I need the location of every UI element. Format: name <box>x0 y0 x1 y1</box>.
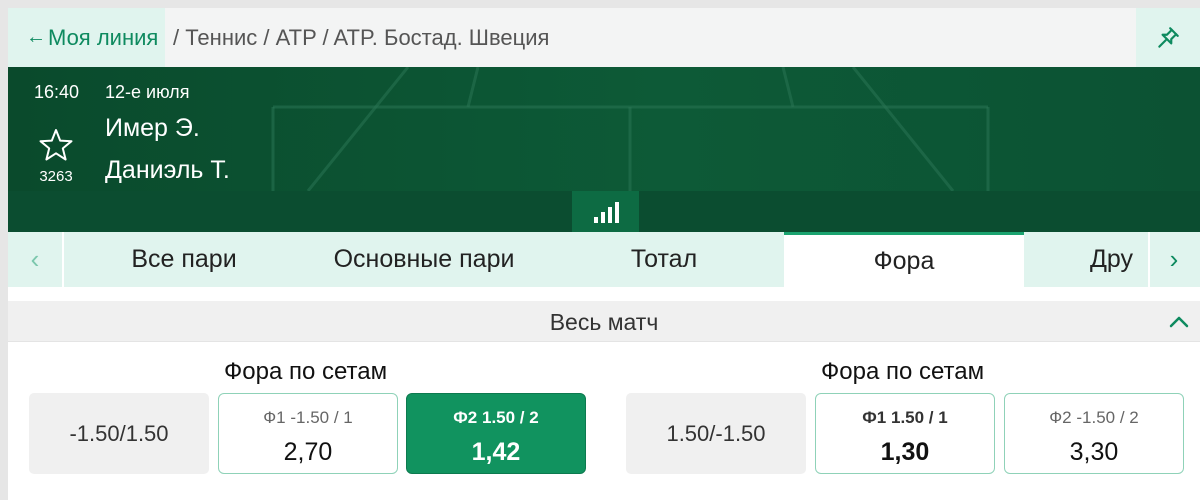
tab-label: Все пари <box>131 245 237 273</box>
odd-value: 2,70 <box>283 438 333 466</box>
pin-button[interactable] <box>1136 8 1200 67</box>
odd-label: Ф2 1.50 / 2 <box>453 408 539 427</box>
tabs-prev-button[interactable]: ‹ <box>8 232 64 287</box>
breadcrumb: / Теннис / ATP / ATP. Бостад. Швеция <box>173 24 550 50</box>
handicap-line: -1.50/1.50 <box>29 393 209 474</box>
tab-main-bets[interactable]: Основные пари <box>304 232 544 287</box>
market-tabs: ‹ Все пари Основные пари Тотал Фора Дру … <box>8 232 1200 287</box>
chevron-left-icon: ‹ <box>30 244 40 274</box>
pin-icon <box>1158 26 1179 48</box>
stats-strip <box>8 191 1200 232</box>
tab-total[interactable]: Тотал <box>544 232 784 287</box>
odd-button-f1[interactable]: Ф1 -1.50 / 1 2,70 <box>218 393 398 474</box>
tab-label: Основные пари <box>333 245 515 273</box>
market-title: Фора по сетам <box>224 358 388 385</box>
market-title: Фора по сетам <box>821 358 985 385</box>
event-time: 16:40 <box>34 82 80 102</box>
odd-button-f2[interactable]: Ф2 -1.50 / 2 3,30 <box>1004 393 1184 474</box>
team-1-name: Имер Э. <box>105 114 200 142</box>
odd-label: Ф1 -1.50 / 1 <box>263 408 353 427</box>
back-button[interactable]: ← Моя линия <box>8 8 165 67</box>
arrow-left-icon: ← <box>26 26 46 48</box>
odd-value: 1,42 <box>471 438 521 466</box>
tab-label: Дру <box>1090 245 1134 273</box>
odd-label: Ф2 -1.50 / 2 <box>1049 408 1139 427</box>
event-date: 12-е июля <box>105 82 190 102</box>
stats-button[interactable] <box>572 191 639 232</box>
tab-other[interactable]: Дру <box>1024 232 1148 287</box>
section-header[interactable]: Весь матч <box>8 301 1200 342</box>
odd-button-f1[interactable]: Ф1 1.50 / 1 1,30 <box>815 393 995 474</box>
handicap-line: 1.50/-1.50 <box>626 393 806 474</box>
event-header: 16:40 12-е июля Имер Э. Даниэль Т. 3263 <box>8 67 1200 191</box>
odd-button-f2[interactable]: Ф2 1.50 / 2 1,42 <box>406 393 586 474</box>
favorites-count: 3263 <box>39 168 73 185</box>
tabs-next-button[interactable]: › <box>1148 232 1198 287</box>
tab-label: Тотал <box>630 245 698 273</box>
section-title: Весь матч <box>549 309 659 335</box>
tab-label: Фора <box>873 246 935 275</box>
odd-label: Ф1 1.50 / 1 <box>862 408 948 427</box>
tab-handicap[interactable]: Фора <box>784 232 1024 287</box>
odd-value: 3,30 <box>1069 438 1119 466</box>
bar-chart-icon <box>593 201 619 223</box>
chevron-right-icon: › <box>1169 244 1179 274</box>
breadcrumb-bar: ← Моя линия / Теннис / ATP / ATP. Бостад… <box>8 8 1200 67</box>
page: ← Моя линия / Теннис / ATP / ATP. Бостад… <box>8 8 1200 500</box>
star-icon[interactable] <box>38 127 74 163</box>
odd-value: 1,30 <box>880 438 930 466</box>
tab-all-bets[interactable]: Все пари <box>64 232 304 287</box>
back-label: Моя линия <box>48 24 159 50</box>
team-2-name: Даниэль Т. <box>105 156 230 184</box>
chevron-up-icon[interactable] <box>1168 313 1190 329</box>
